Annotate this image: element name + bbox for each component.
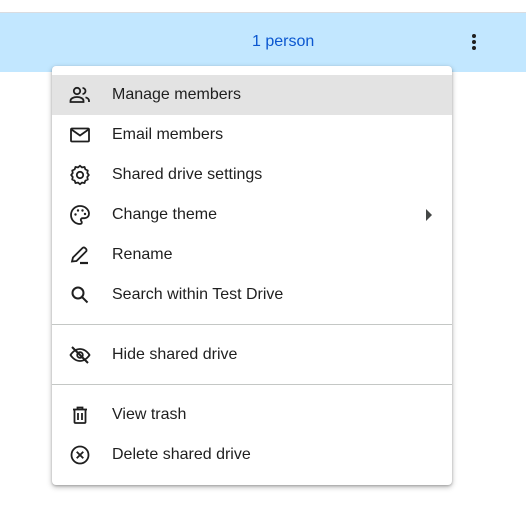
menu-item-label: Hide shared drive bbox=[112, 346, 238, 363]
menu-item-rename[interactable]: Rename bbox=[52, 235, 452, 275]
menu-item-delete-shared-drive[interactable]: Delete shared drive bbox=[52, 435, 452, 475]
menu-item-label: Change theme bbox=[112, 206, 217, 223]
context-menu: Manage members Email members Shared driv… bbox=[52, 66, 452, 485]
menu-item-hide-shared-drive[interactable]: Hide shared drive bbox=[52, 335, 452, 375]
menu-item-shared-drive-settings[interactable]: Shared drive settings bbox=[52, 155, 452, 195]
menu-item-label: Delete shared drive bbox=[112, 446, 251, 463]
menu-item-label: Search within Test Drive bbox=[112, 286, 284, 303]
more-actions-button[interactable] bbox=[458, 22, 490, 62]
delete-circle-x-icon bbox=[68, 443, 92, 467]
hide-eye-icon bbox=[68, 343, 92, 367]
menu-item-email-members[interactable]: Email members bbox=[52, 115, 452, 155]
menu-item-label: Rename bbox=[112, 246, 173, 263]
menu-item-label: Email members bbox=[112, 126, 224, 143]
trash-icon bbox=[68, 403, 92, 427]
email-icon bbox=[68, 123, 92, 147]
menu-item-manage-members[interactable]: Manage members bbox=[52, 75, 452, 115]
pencil-icon bbox=[68, 243, 92, 267]
menu-divider bbox=[52, 384, 452, 385]
search-icon bbox=[68, 283, 92, 307]
menu-divider bbox=[52, 324, 452, 325]
menu-item-label: View trash bbox=[112, 406, 187, 423]
more-vert-icon bbox=[472, 34, 476, 50]
submenu-arrow-icon bbox=[426, 209, 432, 221]
members-count: 1 person bbox=[252, 33, 315, 50]
menu-item-label: Shared drive settings bbox=[112, 166, 263, 183]
palette-icon bbox=[68, 203, 92, 227]
menu-item-change-theme[interactable]: Change theme bbox=[52, 195, 452, 235]
menu-item-search-within-drive[interactable]: Search within Test Drive bbox=[52, 275, 452, 315]
settings-gear-icon bbox=[68, 163, 92, 187]
menu-item-view-trash[interactable]: View trash bbox=[52, 395, 452, 435]
manage-members-icon bbox=[68, 83, 92, 107]
menu-item-label: Manage members bbox=[112, 86, 241, 103]
